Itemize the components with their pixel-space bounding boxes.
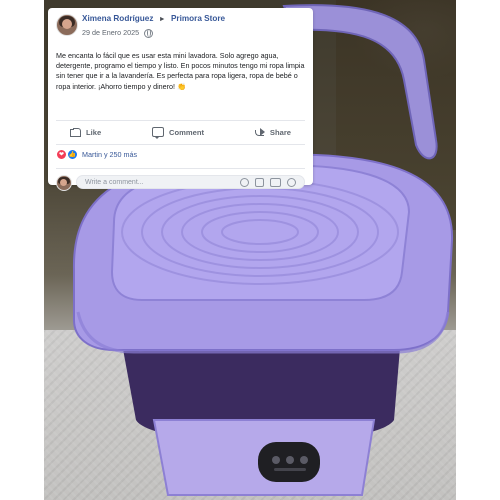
like-label: Like [86,127,102,137]
like-button[interactable]: Like [70,127,102,137]
reactions-summary[interactable]: ❤ 👍 Martin y 250 más [56,149,137,160]
avatar-face [62,19,72,29]
post-actions: Like Comment Share [56,122,305,142]
comment-label: Comment [169,127,205,137]
author-avatar[interactable] [56,14,78,36]
share-button[interactable]: Share [254,127,291,137]
like-icon [70,127,81,137]
love-reaction-icon: ❤ [56,149,67,160]
caret-right-icon: ► [158,15,166,23]
comment-row: Write a comment... [56,175,305,193]
camera-icon[interactable] [255,177,264,187]
control-panel [258,442,320,482]
photo-frame-right [456,0,500,500]
share-label: Share [269,127,291,137]
actions-divider-bottom [56,144,305,145]
comment-input[interactable]: Write a comment... [76,175,305,189]
post-meta: 29 de Enero 2025 [82,28,154,38]
actions-divider-top [56,120,305,121]
facebook-post-card: Ximena Rodríguez ► Primora Store 29 de E… [48,8,313,191]
photo-frame-left [0,0,44,500]
post-header: Ximena Rodríguez ► Primora Store 29 de E… [56,14,305,44]
post-text: Me encanta lo fácil que es usar esta min… [56,51,305,91]
like-reaction-icon: 👍 [67,149,78,160]
author-line: Ximena Rodríguez ► Primora Store [82,14,225,25]
emoji-icon[interactable] [240,177,249,187]
post-date[interactable]: 29 de Enero 2025 [82,28,139,38]
comment-input-icons [240,177,296,187]
author-name[interactable]: Ximena Rodríguez [82,14,153,23]
gif-icon[interactable] [270,177,281,187]
comment-divider [56,168,305,169]
comment-button[interactable]: Comment [152,127,205,139]
sticker-icon[interactable] [287,177,296,187]
globe-icon [144,28,154,38]
commenter-avatar[interactable] [56,175,72,191]
commenter-avatar-face [60,179,67,186]
comment-placeholder: Write a comment... [85,178,144,186]
comment-icon [152,127,165,139]
share-icon [254,128,265,136]
page-name[interactable]: Primora Store [171,14,225,23]
reactions-text: Martin y 250 más [82,150,138,159]
